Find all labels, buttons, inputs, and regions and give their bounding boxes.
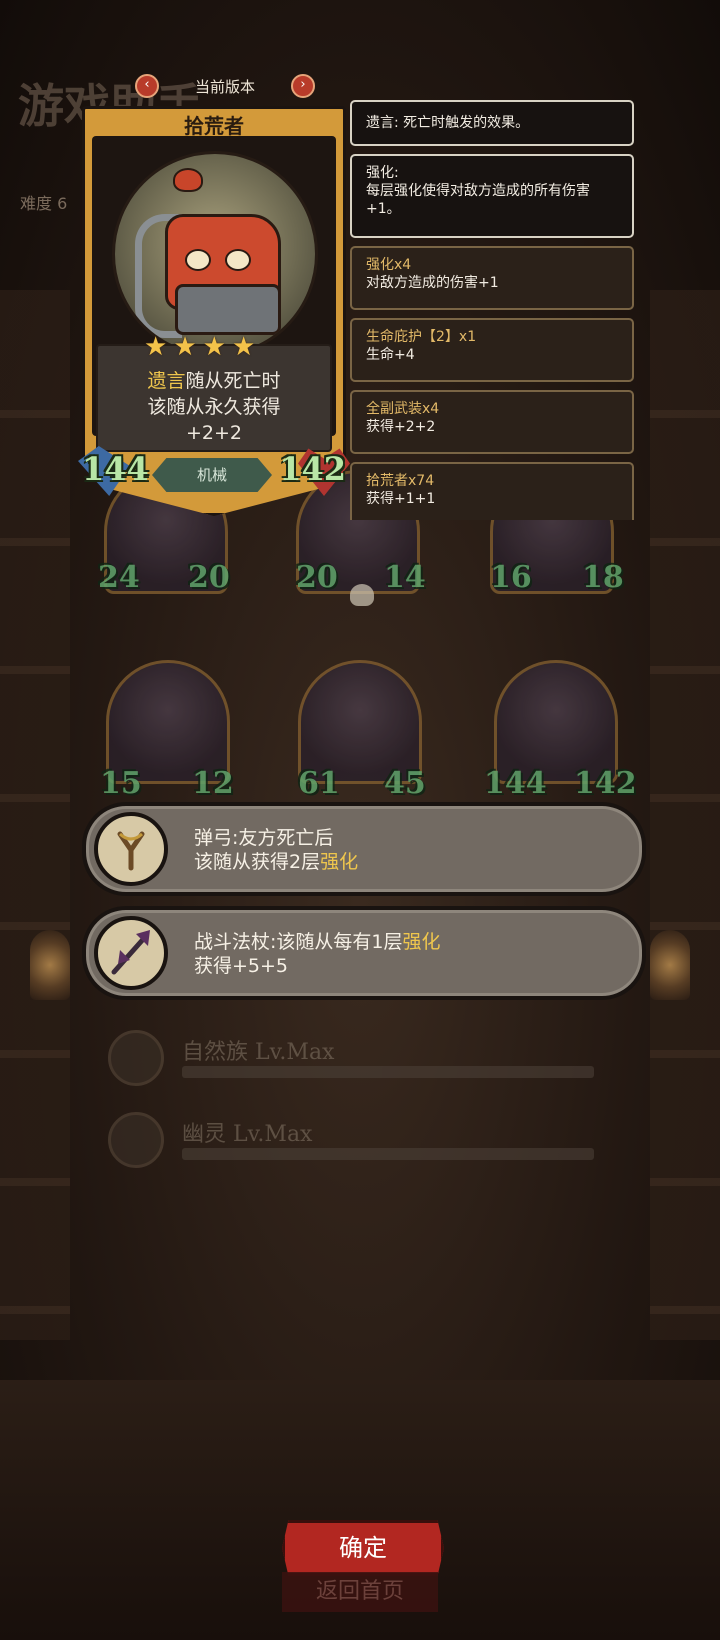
star-rating: ★ ★ ★ ★	[144, 334, 255, 360]
card-text-line1-rest: 随从死亡时	[185, 370, 281, 392]
tooltip-title: 强化x4	[366, 257, 412, 273]
tooltip-body: 获得+2+2	[366, 419, 436, 435]
minion-2-attack: 20	[296, 560, 338, 595]
minion-3-health: 18	[582, 560, 624, 595]
keyword-deathrattle: 遗言	[147, 370, 186, 392]
equipment-text: 弹弓:友方死亡后 该随从获得2层强化	[194, 826, 358, 874]
minion-6-attack: 144	[484, 766, 547, 801]
ghost-tribe-icon	[108, 1112, 164, 1168]
tribe-level-nature: 自然族 Lv.Max	[108, 1030, 608, 1086]
card-tribe: 机械	[152, 458, 272, 492]
tribe-progress-bar	[182, 1148, 594, 1160]
tribe-name: 自然族 Lv.Max	[182, 1040, 335, 1065]
tribe-progress-bar	[182, 1066, 594, 1078]
slingshot-icon	[94, 812, 168, 886]
version-label: 当前版本	[194, 77, 255, 96]
nature-tribe-icon	[108, 1030, 164, 1086]
keyword-empower: 强化	[320, 851, 359, 873]
equipment-line2: 该随从获得2层强化	[194, 850, 358, 874]
equipment-line1-text: 战斗法杖:该随从每有1层	[194, 931, 403, 953]
robot-eye-left	[185, 249, 211, 271]
bookshelf-right	[650, 290, 720, 1340]
tribe-level-ghost: 幽灵 Lv.Max	[108, 1112, 608, 1168]
minion-5-health: 45	[384, 766, 426, 801]
skull-icon	[350, 584, 374, 606]
tooltip-title: 强化:	[366, 165, 399, 181]
minion-3-attack: 16	[490, 560, 532, 595]
minion-6-health: 142	[574, 766, 637, 801]
tooltip-body: 对敌方造成的伤害+1	[366, 275, 499, 291]
bookshelf-left	[0, 290, 70, 1340]
tooltip-title: 生命庇护【2】x1	[366, 329, 477, 345]
minion-1-health: 20	[188, 560, 230, 595]
tooltip-buff-full-armor: 全副武装x4 获得+2+2	[350, 390, 634, 454]
star-icon: ★	[173, 332, 197, 362]
tooltip-title: 全副武装x4	[366, 401, 440, 417]
card-name: 拾荒者	[184, 114, 244, 138]
robot-eye-right	[225, 249, 251, 271]
minion-5-attack: 61	[298, 766, 340, 801]
tribe-name: 幽灵 Lv.Max	[182, 1122, 313, 1147]
equipment-text: 战斗法杖:该随从每有1层强化 获得+5+5	[194, 930, 441, 978]
equipment-line1: 弹弓:友方死亡后	[194, 827, 334, 849]
equipment-line2-text: 该随从获得2层	[194, 851, 321, 873]
version-selector: ‹ 当前版本 ›	[135, 74, 315, 98]
tooltip-empower: 强化: 每层强化使得对敌方造成的所有伤害+1。	[350, 154, 634, 238]
tooltip-body: 生命+4	[366, 347, 415, 363]
lantern-left	[30, 930, 70, 1000]
tooltip-deathrattle: 遗言: 死亡时触发的效果。	[350, 100, 634, 146]
star-icon: ★	[144, 332, 168, 362]
tooltip-buff-life-shelter: 生命庇护【2】x1 生命+4	[350, 318, 634, 382]
minion-card: 拾荒者 遗言随从死亡时 该随从永久获得 +2+2 ★ ★ ★ ★ 144 机械 …	[78, 106, 350, 516]
star-icon: ★	[231, 332, 256, 362]
equipment-slingshot[interactable]: 弹弓:友方死亡后 该随从获得2层强化	[82, 802, 646, 896]
tooltip-title: 拾荒者x74	[366, 473, 435, 489]
scavenger-robot-portrait	[112, 151, 318, 357]
minion-2-health: 14	[384, 560, 426, 595]
robot-antenna	[173, 168, 203, 192]
battle-staff-icon	[94, 916, 168, 990]
tooltip-body: 获得+1+1	[366, 491, 436, 507]
prev-version-button[interactable]: ‹	[135, 74, 159, 98]
keyword-empower: 强化	[402, 931, 441, 953]
next-version-button[interactable]: ›	[290, 74, 315, 98]
card-text-line2: 该随从永久获得	[147, 396, 281, 418]
minion-4-health: 12	[192, 766, 234, 801]
tooltip-buff-scavenger: 拾荒者x74 获得+1+1	[350, 462, 634, 520]
difficulty-label: 难度 6	[20, 194, 68, 213]
return-home-button[interactable]: 返回首页	[282, 1572, 438, 1612]
card-text-line3: +2+2	[185, 422, 243, 444]
equipment-line2: 获得+5+5	[194, 955, 289, 977]
lantern-right	[650, 930, 690, 1000]
tooltip-buff-empower: 强化x4 对敌方造成的伤害+1	[350, 246, 634, 310]
card-health: 142	[279, 450, 346, 488]
robot-jaw	[175, 284, 281, 335]
tooltip-body: 每层强化使得对敌方造成的所有伤害+1。	[366, 183, 590, 217]
card-text-line1: 遗言随从死亡时	[98, 368, 330, 394]
equipment-line1: 战斗法杖:该随从每有1层强化	[194, 930, 441, 954]
minion-4-attack: 15	[100, 766, 142, 801]
confirm-button[interactable]: 确定	[282, 1520, 444, 1576]
tooltip-body: 遗言: 死亡时触发的效果。	[366, 115, 530, 131]
card-attack: 144	[82, 450, 149, 488]
keyword-tooltips[interactable]: 遗言: 死亡时触发的效果。 强化: 每层强化使得对敌方造成的所有伤害+1。 强化…	[350, 100, 634, 520]
star-icon: ★	[202, 332, 226, 362]
equipment-battle-staff[interactable]: 战斗法杖:该随从每有1层强化 获得+5+5	[82, 906, 646, 1000]
minion-1-attack: 24	[98, 560, 140, 595]
